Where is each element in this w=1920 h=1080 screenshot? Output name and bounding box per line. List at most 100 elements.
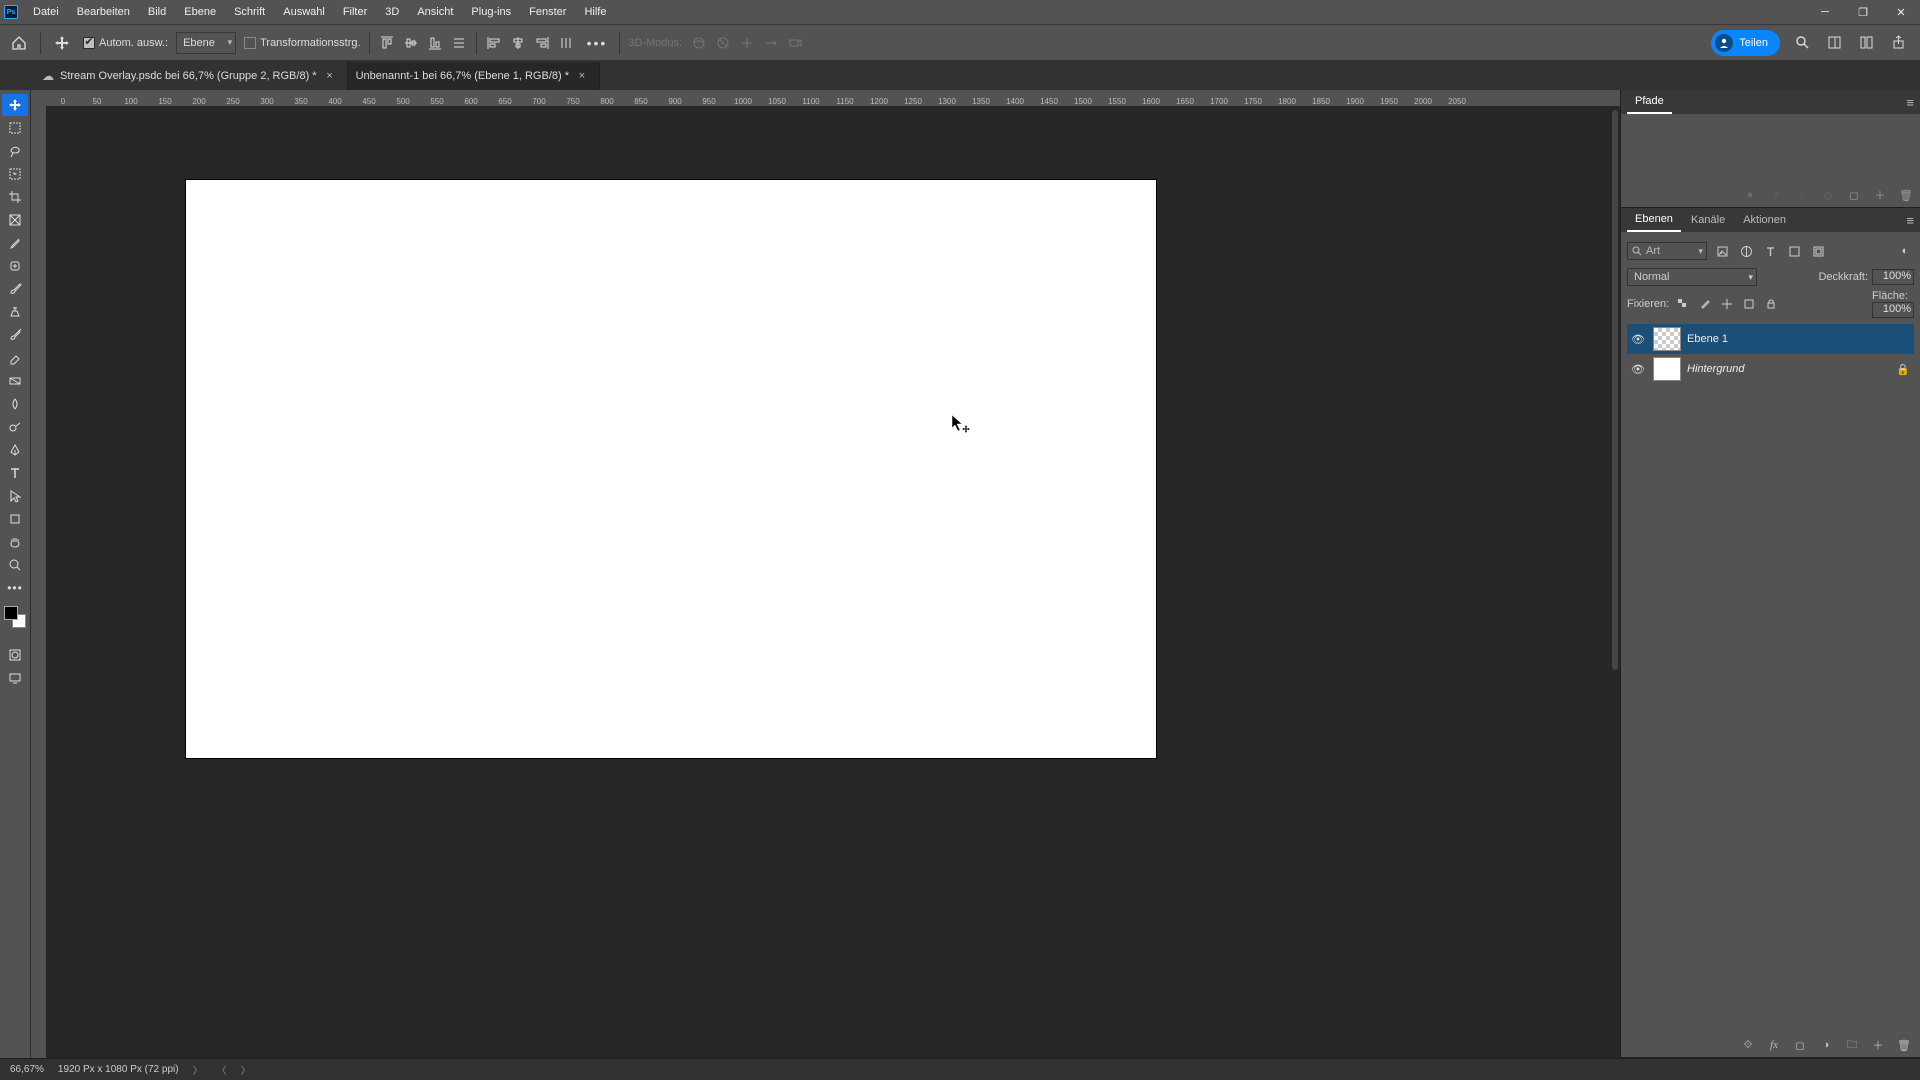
layer-row[interactable]: 👁Hintergrund🔒 xyxy=(1627,354,1914,384)
menu-3d[interactable]: 3D xyxy=(376,0,408,24)
add-mask-icon[interactable]: ◻ xyxy=(1792,1037,1808,1053)
lock-all-icon[interactable] xyxy=(1763,296,1779,312)
distribute-horiz-icon[interactable] xyxy=(450,34,468,52)
visibility-toggle-icon[interactable]: 👁 xyxy=(1631,363,1647,376)
tab-paths[interactable]: Pfade xyxy=(1627,90,1672,114)
delete-path-icon[interactable]: 🗑 xyxy=(1898,187,1914,203)
pen-tool[interactable] xyxy=(2,439,28,461)
menu-ansicht[interactable]: Ansicht xyxy=(408,0,462,24)
stroke-path-icon[interactable]: ○ xyxy=(1768,187,1784,203)
quickmask-button[interactable] xyxy=(2,644,28,666)
new-adjustment-icon[interactable]: ◑ xyxy=(1818,1037,1834,1053)
transform-controls-checkbox[interactable]: Transformationsstrg. xyxy=(244,37,360,49)
lock-artboard-icon[interactable] xyxy=(1741,296,1757,312)
path-select-tool[interactable] xyxy=(2,485,28,507)
hand-tool[interactable] xyxy=(2,531,28,553)
layer-row[interactable]: 👁 Ebene 1 xyxy=(1627,324,1914,354)
object-select-tool[interactable] xyxy=(2,163,28,185)
healing-brush-tool[interactable] xyxy=(2,255,28,277)
clone-stamp-tool[interactable] xyxy=(2,301,28,323)
auto-select-target-dropdown[interactable]: Ebene xyxy=(176,32,236,54)
menu-schrift[interactable]: Schrift xyxy=(225,0,274,24)
document-tab[interactable]: Unbenannt-1 bei 66,7% (Ebene 1, RGB/8) *… xyxy=(348,62,600,90)
arrange-icon[interactable] xyxy=(1856,33,1876,53)
lock-transparency-icon[interactable] xyxy=(1675,296,1691,312)
align-right-icon[interactable] xyxy=(533,34,551,52)
export-share-icon[interactable] xyxy=(1888,33,1908,53)
tab-channels[interactable]: Kanäle xyxy=(1683,208,1733,232)
gradient-tool[interactable] xyxy=(2,370,28,392)
new-group-icon[interactable]: 🗀 xyxy=(1844,1037,1860,1053)
delete-layer-icon[interactable]: 🗑 xyxy=(1896,1037,1912,1053)
filter-type-icon[interactable] xyxy=(1761,242,1779,260)
eyedropper-tool[interactable] xyxy=(2,232,28,254)
shape-tool[interactable] xyxy=(2,508,28,530)
marquee-tool[interactable] xyxy=(2,117,28,139)
layer-filter-type-dropdown[interactable]: Art xyxy=(1627,242,1707,260)
menu-fenster[interactable]: Fenster xyxy=(520,0,575,24)
menu-hilfe[interactable]: Hilfe xyxy=(575,0,615,24)
edit-toolbar-button[interactable]: ••• xyxy=(2,577,28,599)
lasso-tool[interactable] xyxy=(2,140,28,162)
layer-name[interactable]: Hintergrund xyxy=(1687,363,1744,375)
nav-left-icon[interactable]: 〈 xyxy=(217,1062,227,1077)
filter-toggle-icon[interactable]: ◐ xyxy=(1896,242,1914,260)
layer-fx-icon[interactable]: fx xyxy=(1766,1037,1782,1053)
new-layer-icon[interactable]: ＋ xyxy=(1870,1037,1886,1053)
filter-smart-icon[interactable] xyxy=(1809,242,1827,260)
window-restore-button[interactable]: ❐ xyxy=(1844,0,1882,24)
tab-close-icon[interactable]: × xyxy=(575,70,589,82)
menu-datei[interactable]: Datei xyxy=(24,0,68,24)
selection-to-path-icon[interactable]: ◇ xyxy=(1820,187,1836,203)
crop-tool[interactable] xyxy=(2,186,28,208)
align-bottom-icon[interactable] xyxy=(426,34,444,52)
canvas[interactable] xyxy=(186,180,1156,758)
layer-thumbnail[interactable] xyxy=(1653,327,1681,351)
workspace-icon[interactable] xyxy=(1824,33,1844,53)
document-tab[interactable]: ☁Stream Overlay.psdc bei 66,7% (Gruppe 2… xyxy=(34,62,348,90)
blend-mode-dropdown[interactable]: Normal xyxy=(1627,268,1757,286)
vertical-scrollbar[interactable] xyxy=(1612,110,1618,670)
align-hcenter-icon[interactable] xyxy=(509,34,527,52)
menu-plug-ins[interactable]: Plug-ins xyxy=(462,0,520,24)
tab-close-icon[interactable]: × xyxy=(323,70,337,82)
link-layers-icon[interactable]: ⟐ xyxy=(1740,1037,1756,1053)
filter-shape-icon[interactable] xyxy=(1785,242,1803,260)
menu-bild[interactable]: Bild xyxy=(139,0,175,24)
window-minimize-button[interactable]: ─ xyxy=(1806,0,1844,24)
tab-actions[interactable]: Aktionen xyxy=(1735,208,1794,232)
frame-tool[interactable] xyxy=(2,209,28,231)
align-top-icon[interactable] xyxy=(378,34,396,52)
blur-tool[interactable] xyxy=(2,393,28,415)
share-button[interactable]: Teilen xyxy=(1711,30,1780,56)
color-swatches[interactable] xyxy=(4,606,26,628)
fill-path-icon[interactable]: ● xyxy=(1742,187,1758,203)
filter-adjust-icon[interactable] xyxy=(1737,242,1755,260)
brush-tool[interactable] xyxy=(2,278,28,300)
zoom-level[interactable]: 66,67% xyxy=(10,1064,44,1075)
opacity-input[interactable]: 100% xyxy=(1872,269,1914,285)
tab-layers[interactable]: Ebenen xyxy=(1627,208,1681,232)
lock-position-icon[interactable] xyxy=(1719,296,1735,312)
panel-menu-icon[interactable]: ≡ xyxy=(1906,213,1914,228)
layer-thumbnail[interactable] xyxy=(1653,357,1681,381)
move-tool[interactable] xyxy=(2,94,28,116)
align-vcenter-icon[interactable] xyxy=(402,34,420,52)
new-path-icon[interactable]: ＋ xyxy=(1872,187,1888,203)
canvas-workspace[interactable]: 0501001502002503003504004505005506006507… xyxy=(46,90,1620,1058)
menu-bearbeiten[interactable]: Bearbeiten xyxy=(68,0,139,24)
align-left-icon[interactable] xyxy=(485,34,503,52)
filter-pixel-icon[interactable] xyxy=(1713,242,1731,260)
path-to-selection-icon[interactable]: ◌ xyxy=(1794,187,1810,203)
layer-name[interactable]: Ebene 1 xyxy=(1687,333,1728,345)
zoom-tool[interactable] xyxy=(2,554,28,576)
document-info[interactable]: 1920 Px x 1080 Px (72 ppi) xyxy=(58,1064,179,1075)
visibility-toggle-icon[interactable]: 👁 xyxy=(1631,333,1647,346)
lock-pixels-icon[interactable] xyxy=(1697,296,1713,312)
info-chevron-icon[interactable]: 〉 xyxy=(193,1062,203,1077)
screenmode-button[interactable] xyxy=(2,667,28,689)
menu-auswahl[interactable]: Auswahl xyxy=(274,0,334,24)
auto-select-checkbox[interactable]: ✔ Autom. ausw.: xyxy=(83,37,168,49)
panel-menu-icon[interactable]: ≡ xyxy=(1906,95,1914,110)
menu-filter[interactable]: Filter xyxy=(334,0,376,24)
